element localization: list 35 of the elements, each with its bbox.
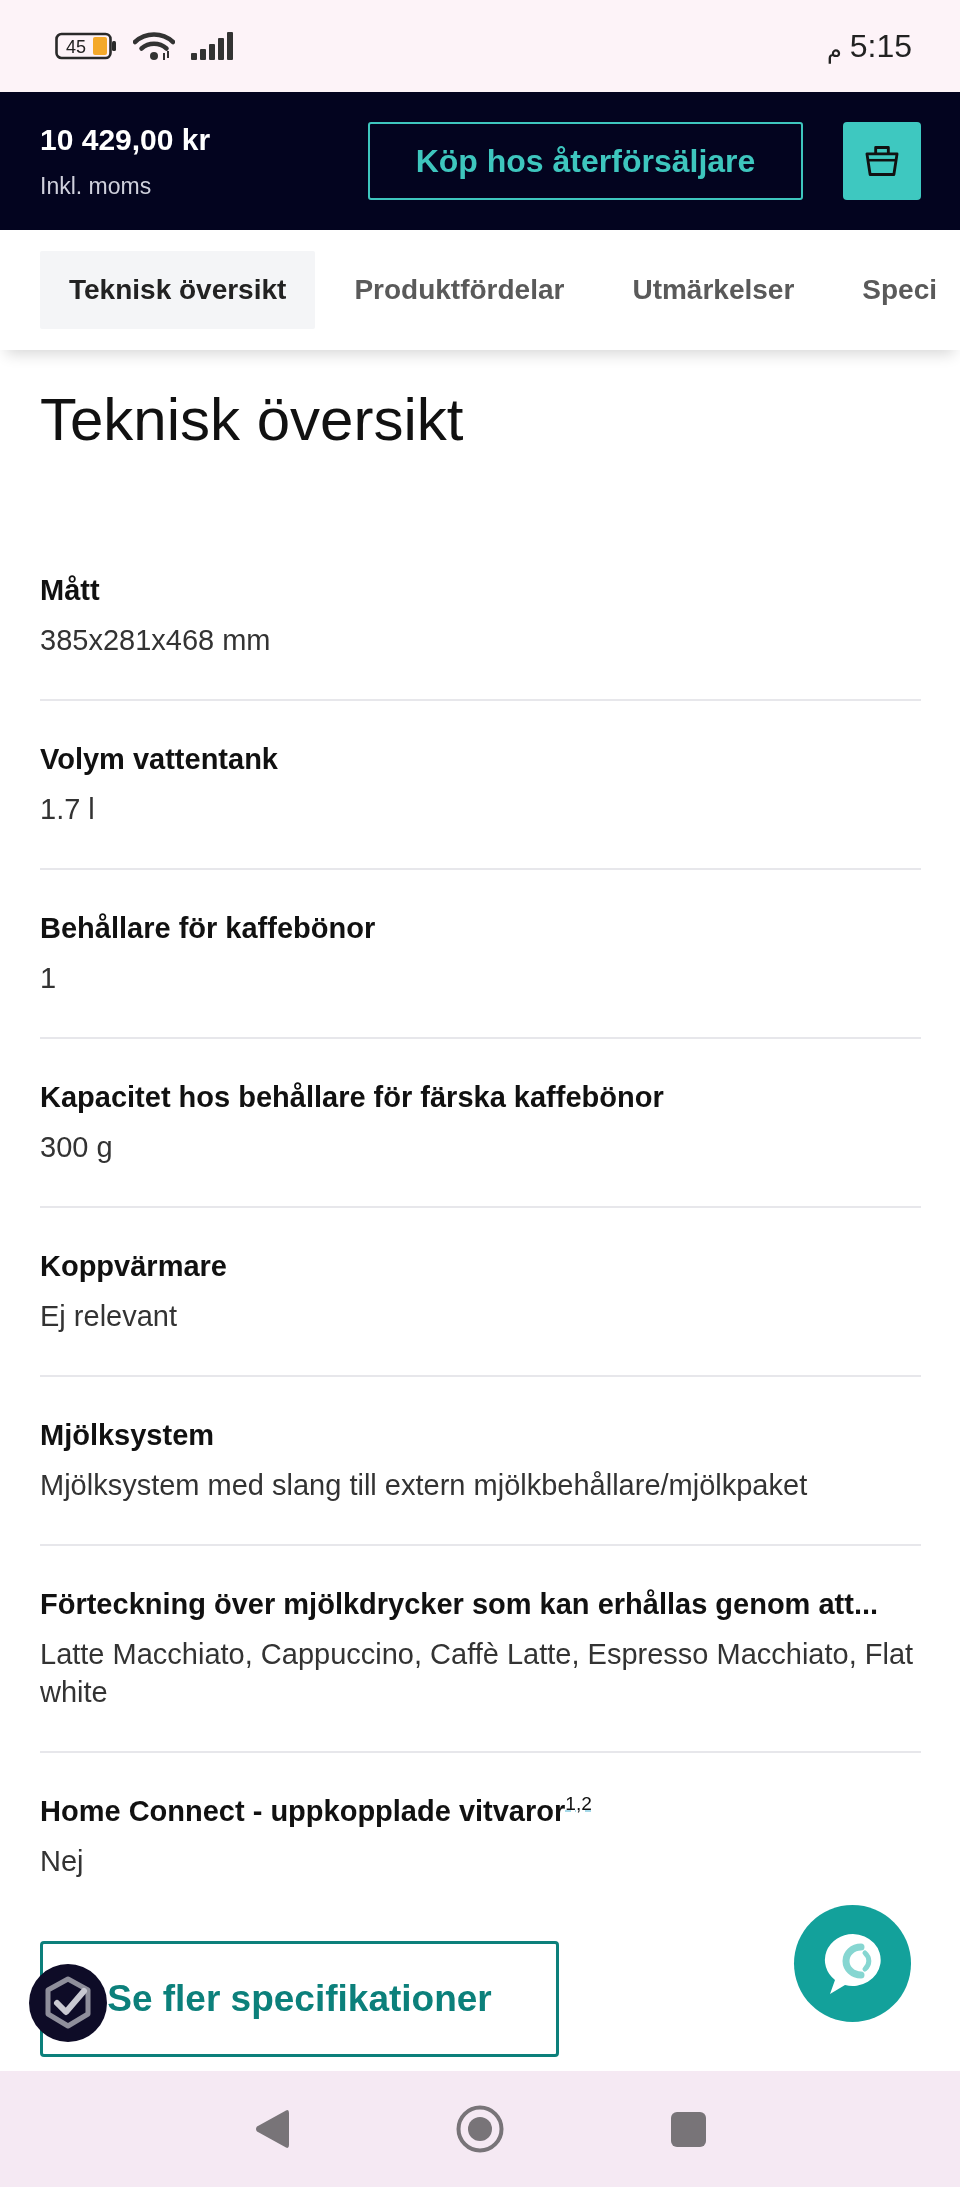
spec-label: Behållare för kaffebönor — [40, 911, 377, 946]
spec-label: Mått — [40, 573, 101, 608]
spec-label: Volym vattentank — [40, 742, 279, 777]
battery-indicator: 45 — [55, 32, 117, 60]
time-period-text: م — [826, 38, 842, 62]
spec-value: Nej — [40, 1844, 85, 1879]
spec-value: Mjölksystem med slang till extern mjölkbehållare/mjölkpaket — [40, 1468, 809, 1503]
hexagon-check-icon[interactable] — [29, 1964, 107, 2042]
spec-value: 300 g — [40, 1130, 114, 1165]
clock-text: 5:15 — [849, 30, 912, 62]
spec-label: Home Connect - uppkopplade vitvaror$^{1,2}$ — [40, 1793, 593, 1829]
spec-label: Kapacitet hos behållare för färska kaffebönor — [40, 1080, 665, 1115]
more-specifications-button[interactable]: Se fler specifikationer — [40, 1941, 559, 2057]
spec-value: 1 — [40, 961, 58, 996]
spec-value: Latte Macchiato, Cappuccino, Caffè Latte, Espresso Macchiato, Flat white — [40, 1637, 915, 1710]
section-heading: Teknisk översikt — [40, 385, 465, 455]
basket-button[interactable] — [843, 122, 921, 200]
tab[interactable]: Teknisk översikt — [40, 251, 316, 329]
spec-label: Mjölksystem — [40, 1418, 216, 1453]
tab[interactable]: Speci — [833, 251, 960, 329]
recents-icon[interactable] — [670, 2111, 706, 2147]
spec-value: 1.7 l — [40, 792, 96, 827]
tab[interactable]: Produktfördelar — [325, 251, 594, 329]
tab[interactable]: Utmärkelser — [603, 251, 824, 329]
spec-label: Förteckning över mjölkdrycker som kan erhållas genom att... — [40, 1587, 880, 1622]
back-icon[interactable] — [254, 2109, 289, 2149]
tax-note-text: Inkl. moms — [40, 172, 153, 200]
spec-value: 385x281x468 mm — [40, 623, 272, 658]
spec-label: Koppvärmare — [40, 1249, 228, 1284]
home-icon[interactable] — [455, 2105, 504, 2153]
price-text: 10 429,00 kr — [40, 122, 211, 158]
buy-at-retailer-button[interactable]: Köp hos återförsäljare — [368, 122, 803, 200]
spec-value: Ej relevant — [40, 1299, 178, 1334]
wifi-icon — [133, 31, 175, 61]
signal-icon — [191, 32, 235, 60]
